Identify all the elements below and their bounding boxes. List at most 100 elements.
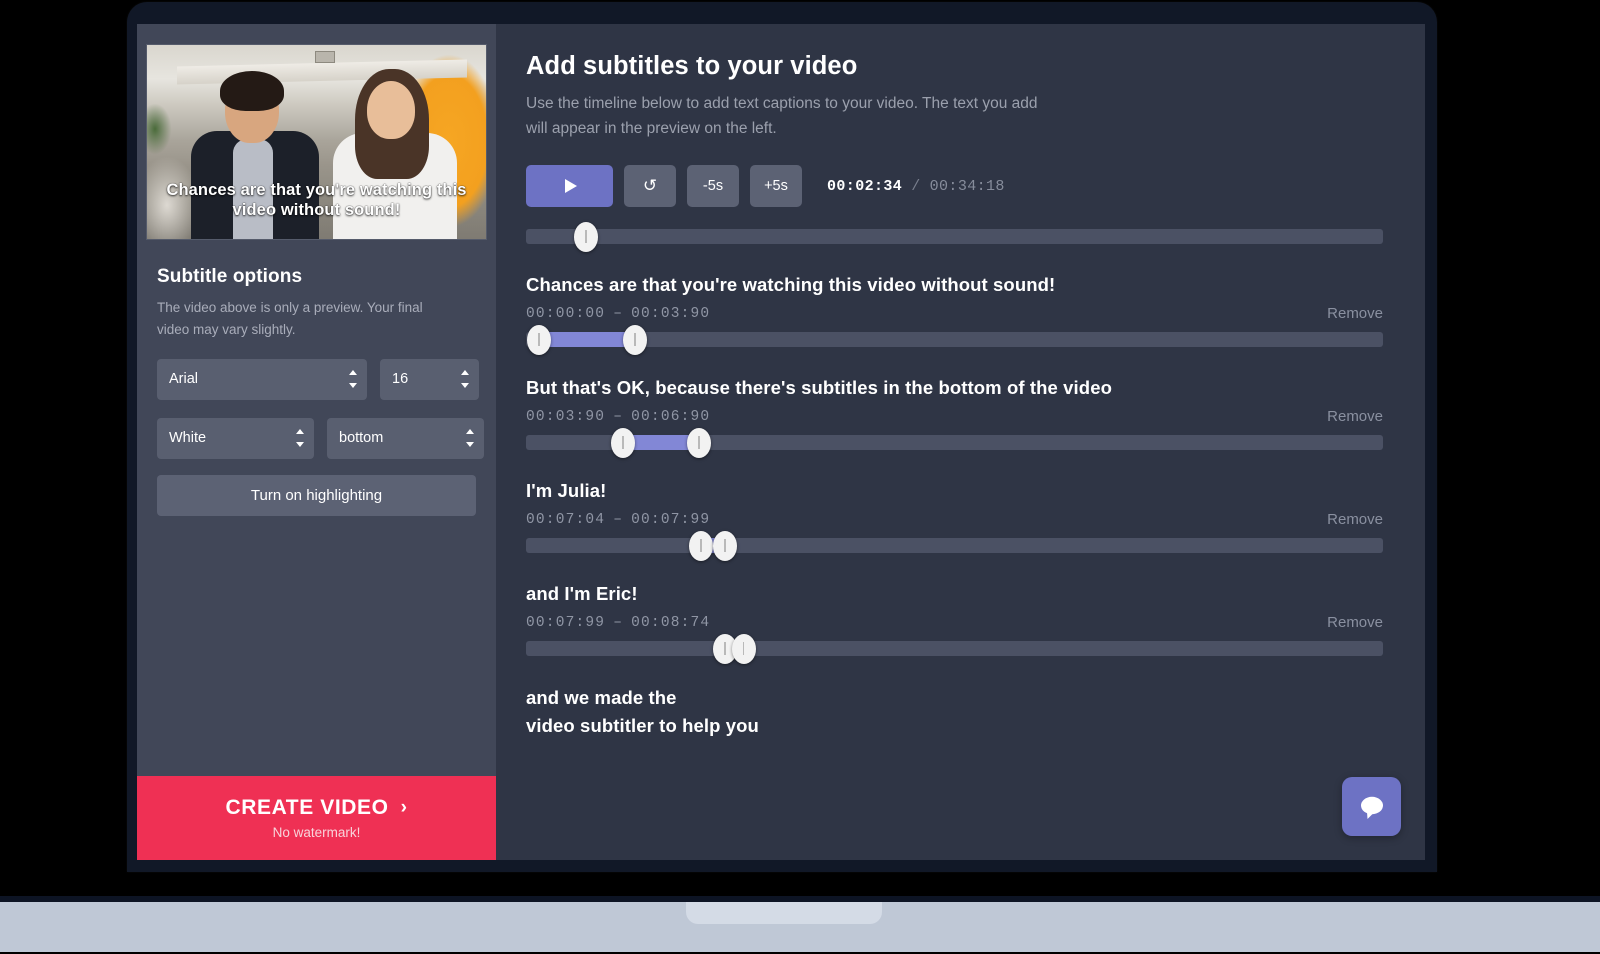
subtitle-range-fill [538,332,635,348]
subtitle-range-slider[interactable] [526,427,1383,458]
remove-subtitle-link[interactable]: Remove [1327,305,1383,322]
rewind-5s-button[interactable]: -5s [687,165,739,208]
subtitle-meta: 00:07:04–00:07:99 Remove [526,511,1383,528]
subtitle-range-start-handle[interactable] [610,427,635,458]
chat-support-button[interactable] [1342,777,1401,836]
create-video-label-wrap: CREATE VIDEO › [225,796,407,820]
create-video-button[interactable]: CREATE VIDEO › No watermark! [137,776,496,860]
subtitle-row: I'm Julia! 00:07:04–00:07:99 Remove [526,480,1383,561]
subtitle-range-track[interactable] [526,435,1383,451]
subtitle-start-time: 00:07:04 [526,511,606,528]
chevron-updown-icon[interactable] [295,429,304,448]
laptop-screen: Chances are that you're watching this vi… [137,24,1425,860]
font-color-value: White [169,430,207,447]
subtitle-dash: – [613,511,624,528]
subtitle-range-track[interactable] [526,641,1383,657]
forward-5s-button[interactable]: +5s [750,165,802,208]
remove-subtitle-link[interactable]: Remove [1327,408,1383,425]
subtitle-start-time: 00:07:99 [526,614,606,631]
font-size-select[interactable]: 16 [380,358,479,400]
current-time: 00:02:34 [827,177,903,195]
subtitle-options-description: The video above is only a preview. Your … [157,300,423,337]
subtitle-time-range: 00:03:90–00:06:90 [526,409,710,425]
video-preview[interactable]: Chances are that you're watching this vi… [146,44,487,240]
play-icon [565,179,577,194]
turn-on-highlighting-button[interactable]: Turn on highlighting [157,474,476,516]
subtitle-row: But that's OK, because there's subtitles… [526,377,1383,458]
subtitle-text: But that's OK, because there's subtitles… [526,377,1112,399]
play-button[interactable] [526,165,613,208]
create-video-subtext: No watermark! [272,825,361,840]
subtitle-range-track[interactable] [526,332,1383,348]
font-settings-row-2: White bottom [157,417,484,459]
subtitle-dash: – [613,408,624,425]
chevron-updown-icon[interactable] [348,370,357,389]
subtitle-dash: – [613,614,624,631]
subtitle-range-slider[interactable] [526,324,1383,355]
player-controls: ↺ -5s +5s 00:02:34 / 00:34:18 [526,165,1401,208]
subtitle-text: and I'm Eric! [526,583,638,605]
chat-bubble-icon [1360,796,1383,819]
chevron-right-icon: › [400,797,408,818]
subtitle-range-slider[interactable] [526,530,1383,561]
laptop-notch [686,902,882,924]
next-subtitle-line1: and we made the [526,687,677,709]
subtitle-position-value: bottom [339,430,384,447]
subtitle-range-end-handle[interactable] [731,633,756,664]
font-family-value: Arial [169,371,199,388]
font-size-value: 16 [392,371,409,388]
subtitle-range-start-handle[interactable] [688,530,713,561]
seek-handle[interactable] [573,221,598,252]
font-family-select[interactable]: Arial [157,358,367,400]
subtitle-time-range: 00:00:00–00:03:90 [526,306,710,322]
video-caption-overlay: Chances are that you're watching this vi… [166,180,467,220]
subtitle-position-select[interactable]: bottom [327,417,484,459]
subtitle-end-time: 00:07:99 [631,511,711,528]
subtitle-range-end-handle[interactable] [622,324,647,355]
next-subtitle-line2: video subtitler to help you [526,714,759,736]
chevron-updown-icon[interactable] [465,429,474,448]
subtitle-range-slider[interactable] [526,633,1383,664]
subtitle-options-title: Subtitle options [157,266,303,287]
subtitle-start-time: 00:00:00 [526,305,606,322]
sidebar: Chances are that you're watching this vi… [137,24,496,860]
time-display: 00:02:34 / 00:34:18 [827,178,1005,195]
subtitle-text: Chances are that you're watching this vi… [526,274,1056,296]
remove-subtitle-link[interactable]: Remove [1327,511,1383,528]
subtitle-time-range: 00:07:04–00:07:99 [526,512,710,528]
subtitle-end-time: 00:03:90 [631,305,711,322]
subtitle-range-start-handle[interactable] [526,324,551,355]
main-panel: Add subtitles to your video Use the time… [496,24,1425,860]
total-time: 00:34:18 [929,177,1005,195]
next-subtitle-text: and we made the video subtitler to help … [526,684,1401,739]
screenshot-stage: Chances are that you're watching this vi… [0,0,1600,954]
loop-restart-button[interactable]: ↺ [624,165,676,208]
subtitle-list: Chances are that you're watching this vi… [526,274,1401,664]
subtitle-range-track[interactable] [526,538,1383,554]
page-subtitle: Use the timeline below to add text capti… [526,95,1038,138]
subtitle-options-panel: Subtitle options The video above is only… [137,240,496,860]
font-color-select[interactable]: White [157,417,314,459]
subtitle-range-end-handle[interactable] [712,530,737,561]
font-settings-row-1: Arial 16 [157,358,479,400]
page-title: Add subtitles to your video [526,52,858,80]
subtitle-start-time: 00:03:90 [526,408,606,425]
subtitle-end-time: 00:08:74 [631,614,711,631]
chevron-updown-icon[interactable] [460,370,469,389]
subtitle-row: Chances are that you're watching this vi… [526,274,1383,355]
subtitle-meta: 00:00:00–00:03:90 Remove [526,305,1383,322]
subtitle-meta: 00:03:90–00:06:90 Remove [526,408,1383,425]
subtitle-range-end-handle[interactable] [687,427,712,458]
remove-subtitle-link[interactable]: Remove [1327,614,1383,631]
subtitle-text: I'm Julia! [526,480,607,502]
subtitle-time-range: 00:07:99–00:08:74 [526,615,710,631]
video-bg-vent [315,51,335,63]
app-window: Chances are that you're watching this vi… [137,24,1425,860]
subtitle-end-time: 00:06:90 [631,408,711,425]
seek-bar[interactable] [526,221,1383,252]
seek-track[interactable] [526,229,1383,245]
subtitle-dash: – [613,305,624,322]
subtitle-row: and I'm Eric! 00:07:99–00:08:74 Remove [526,583,1383,664]
time-separator: / [911,177,921,195]
subtitle-meta: 00:07:99–00:08:74 Remove [526,614,1383,631]
